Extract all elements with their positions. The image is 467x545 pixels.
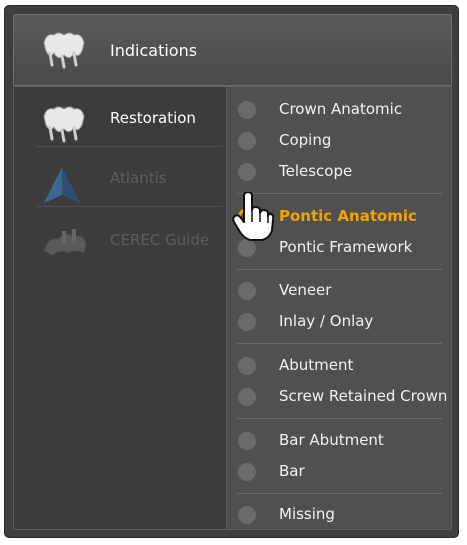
indications-panel: Indications Restoration Atlantis CEREC G… bbox=[4, 5, 459, 538]
option-label: Pontic Framework bbox=[279, 238, 413, 256]
option-label: Veneer bbox=[279, 281, 332, 299]
option-veneer[interactable]: Veneer bbox=[227, 276, 452, 306]
divider bbox=[237, 343, 442, 344]
bridge-teeth-icon bbox=[40, 103, 88, 149]
radio-dot-icon bbox=[238, 132, 256, 150]
option-label: Telescope bbox=[279, 162, 353, 180]
option-label: Inlay / Onlay bbox=[279, 312, 374, 330]
option-label: Missing bbox=[279, 505, 335, 523]
indications-label: Indications bbox=[110, 41, 198, 60]
option-abutment[interactable]: Abutment bbox=[227, 351, 452, 381]
radio-dot-icon bbox=[238, 282, 256, 300]
category-label: Restoration bbox=[110, 109, 196, 127]
option-telescope[interactable]: Telescope bbox=[227, 157, 452, 187]
cerec-guide-icon bbox=[40, 225, 90, 263]
atlantis-logo-icon bbox=[40, 163, 84, 211]
category-cerec-guide[interactable]: CEREC Guide bbox=[14, 209, 226, 273]
option-bar-abutment[interactable]: Bar Abutment bbox=[227, 426, 452, 456]
category-restoration[interactable]: Restoration bbox=[14, 87, 226, 151]
option-label: Screw Retained Crown bbox=[279, 387, 448, 405]
option-screw-retained-crown[interactable]: Screw Retained Crown bbox=[227, 382, 452, 412]
bridge-teeth-icon bbox=[40, 29, 88, 75]
divider bbox=[237, 418, 442, 419]
hand-pointer-icon bbox=[232, 191, 275, 246]
option-label: Bar Abutment bbox=[279, 431, 384, 449]
option-inlay-onlay[interactable]: Inlay / Onlay bbox=[227, 307, 452, 337]
radio-dot-icon bbox=[238, 463, 256, 481]
option-crown-anatomic[interactable]: Crown Anatomic bbox=[227, 95, 452, 125]
indications-header[interactable]: Indications bbox=[13, 14, 452, 86]
indications-body: Restoration Atlantis CEREC Guide Crown A… bbox=[13, 86, 452, 530]
option-label: Bar bbox=[279, 462, 305, 480]
option-coping[interactable]: Coping bbox=[227, 126, 452, 156]
radio-dot-icon bbox=[238, 163, 256, 181]
radio-dot-icon bbox=[238, 388, 256, 406]
option-label: Coping bbox=[279, 131, 332, 149]
option-label: Pontic Anatomic bbox=[279, 207, 417, 225]
category-list: Restoration Atlantis CEREC Guide bbox=[14, 87, 226, 529]
option-label: Crown Anatomic bbox=[279, 100, 403, 118]
divider bbox=[237, 493, 442, 494]
radio-dot-icon bbox=[238, 506, 256, 524]
option-label: Abutment bbox=[279, 356, 354, 374]
indication-options: Crown Anatomic Coping Telescope Pontic A… bbox=[226, 87, 451, 529]
category-label: Atlantis bbox=[110, 169, 167, 187]
radio-dot-icon bbox=[238, 432, 256, 450]
category-label: CEREC Guide bbox=[110, 231, 210, 249]
divider bbox=[237, 269, 442, 270]
option-missing[interactable]: Missing bbox=[227, 500, 452, 530]
option-bar[interactable]: Bar bbox=[227, 457, 452, 487]
divider bbox=[36, 206, 222, 207]
radio-dot-icon bbox=[238, 101, 256, 119]
radio-dot-icon bbox=[238, 357, 256, 375]
radio-dot-icon bbox=[238, 313, 256, 331]
category-atlantis[interactable]: Atlantis bbox=[14, 147, 226, 211]
